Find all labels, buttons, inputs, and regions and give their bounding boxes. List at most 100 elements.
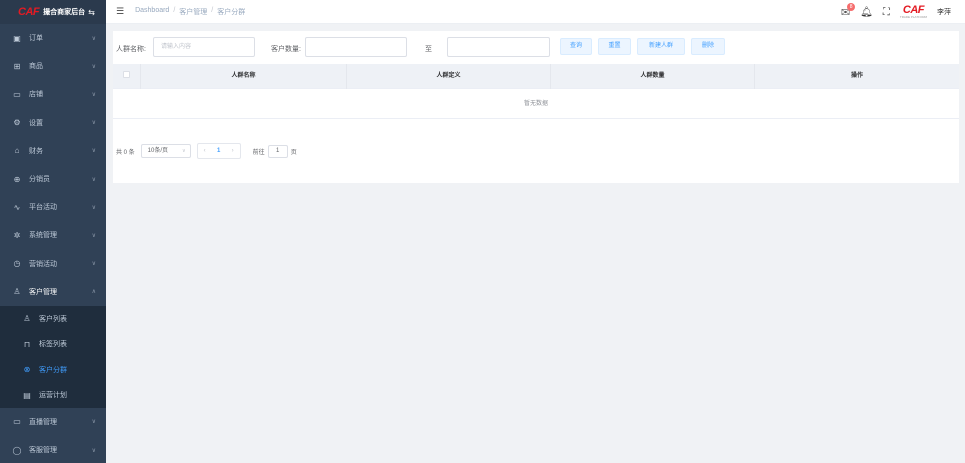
menu-item-goods[interactable]: ⊞ 商品 ∨ <box>0 52 106 80</box>
menu-item-live[interactable]: ▭ 直播管理 ∨ <box>0 408 106 436</box>
menu-label: 店铺 <box>29 91 43 99</box>
page-number-current[interactable]: 1 <box>212 144 226 158</box>
menu-item-customer[interactable]: ♙ 客户管理 ∧ <box>0 278 106 306</box>
order-icon: ▣ <box>13 33 21 43</box>
bell-icon[interactable]: 🔔︎ <box>860 7 873 18</box>
switch-arrows-icon[interactable]: ⇆ <box>88 8 95 17</box>
menu-item-marketing[interactable]: ◷ 营销活动 ∨ <box>0 250 106 278</box>
mail-icon[interactable]: ✉ 8 <box>841 2 856 19</box>
user-icon: ♙ <box>23 314 31 324</box>
main-content: 人群名称: 请输入内容 客户数量: 至 查询 重置 新建人群 删除 人群名称 人… <box>106 24 965 463</box>
select-all-cell <box>113 63 141 89</box>
brand-title: 撮合商家后台 <box>43 9 86 16</box>
menu-item-order[interactable]: ▣ 订单 ∨ <box>0 24 106 52</box>
group-name-input[interactable]: 请输入内容 <box>153 37 255 57</box>
username[interactable]: 李萍 <box>937 7 951 17</box>
customer-count-label: 客户数量: <box>271 46 301 53</box>
chevron-down-icon: ∨ <box>91 232 96 239</box>
menu-item-finance[interactable]: ⌂ 财务 ∨ <box>0 137 106 165</box>
menu-label: 系统管理 <box>29 232 57 240</box>
menu-label: 分销员 <box>29 176 50 184</box>
reset-button[interactable]: 重置 <box>598 38 631 55</box>
chevron-down-icon: ∨ <box>91 120 96 127</box>
hamburger-icon[interactable]: ☰ <box>116 6 124 17</box>
menu-item-service[interactable]: ◯ 客服管理 ∨ <box>0 436 106 463</box>
goods-icon: ⊞ <box>13 61 21 71</box>
select-all-checkbox[interactable] <box>123 71 130 79</box>
pagination: 共 0 条 10条/页 ∨ ‹ 1 › 前往 1 页 <box>113 142 297 160</box>
breadcrumb-item-customer[interactable]: 客户管理 <box>179 7 207 17</box>
avatar[interactable]: CAF TRADE PLATFORM <box>900 5 927 19</box>
menu-label: 平台活动 <box>29 204 57 212</box>
submenu-customer: ♙ 客户列表 ⊓ 标签列表 ⊗ 客户分群 ▤ 运营计划 <box>0 305 106 408</box>
prev-page-icon[interactable]: ‹ <box>198 144 212 158</box>
search-form: 人群名称: 请输入内容 客户数量: 至 查询 重置 新建人群 删除 <box>113 34 959 58</box>
service-icon: ◯ <box>12 445 22 455</box>
brand: CAF 撮合商家后台 ⇆ <box>0 0 106 24</box>
customer-icon: ♙ <box>13 287 21 297</box>
menu-item-activity[interactable]: ∿ 平台活动 ∨ <box>0 193 106 221</box>
menu-item-shop[interactable]: ▭ 店铺 ∨ <box>0 80 106 108</box>
chevron-up-icon: ∧ <box>91 289 96 296</box>
content-panel: 人群名称: 请输入内容 客户数量: 至 查询 重置 新建人群 删除 人群名称 人… <box>113 31 959 183</box>
finance-icon: ⌂ <box>14 146 20 156</box>
column-header-count: 人群数量 <box>551 63 755 89</box>
groups-table: 人群名称 人群定义 人群数量 操作 暂无数据 <box>113 63 959 119</box>
menu-item-settings[interactable]: ⚙ 设置 ∨ <box>0 109 106 137</box>
chevron-down-icon: ∨ <box>91 204 96 211</box>
menu-item-distributor[interactable]: ⊕ 分销员 ∨ <box>0 165 106 193</box>
breadcrumb-separator: / <box>173 6 176 14</box>
table-empty-text: 暂无数据 <box>113 89 959 119</box>
submenu-item-group[interactable]: ⊗ 客户分群 <box>0 357 106 383</box>
customer-count-min-input[interactable] <box>305 37 407 57</box>
menu-label: 设置 <box>29 119 43 127</box>
breadcrumb-item-dashboard[interactable]: Dashboard <box>135 7 169 17</box>
chevron-down-icon: ∨ <box>182 148 186 154</box>
menu-item-system[interactable]: ✲ 系统管理 ∨ <box>0 221 106 249</box>
mail-badge: 8 <box>847 2 856 11</box>
range-to-label: 至 <box>425 46 432 53</box>
chevron-down-icon: ∨ <box>91 176 96 183</box>
avatar-subtext: TRADE PLATFORM <box>899 15 927 19</box>
menu-label: 运营计划 <box>39 392 67 400</box>
create-group-button[interactable]: 新建人群 <box>637 38 685 55</box>
chevron-down-icon: ∨ <box>91 91 96 98</box>
column-header-name: 人群名称 <box>141 63 347 89</box>
menu-label: 标签列表 <box>39 341 67 349</box>
breadcrumb-separator: / <box>211 6 214 14</box>
chevron-down-icon: ∨ <box>91 261 96 268</box>
chevron-down-icon: ∨ <box>91 447 96 454</box>
chevron-down-icon: ∨ <box>91 419 96 426</box>
group-icon: ⊗ <box>23 365 31 375</box>
shop-icon: ▭ <box>13 89 21 99</box>
page-size-value: 10条/页 <box>147 148 169 154</box>
submenu-item-bookmark[interactable]: ⊓ 标签列表 <box>0 331 106 357</box>
customer-count-max-input[interactable] <box>447 37 550 57</box>
breadcrumb: Dashboard / 客户管理 / 客户分群 <box>135 7 245 17</box>
top-header: ☰ Dashboard / 客户管理 / 客户分群 ✉ 8 🔔︎ ⛶ CAF TRA… <box>106 0 965 24</box>
query-button[interactable]: 查询 <box>560 38 592 55</box>
goto-suffix: 页 <box>290 149 297 156</box>
menu-label: 财务 <box>29 147 43 155</box>
goto-page: 前往 1 页 <box>253 144 297 158</box>
table-header: 人群名称 人群定义 人群数量 操作 <box>113 63 959 89</box>
brand-logo: CAF <box>18 6 40 18</box>
column-header-definition: 人群定义 <box>347 63 551 89</box>
settings-icon: ⚙ <box>13 118 21 128</box>
delete-button[interactable]: 删除 <box>691 38 725 55</box>
menu-label: 营销活动 <box>29 260 57 268</box>
goto-page-input[interactable]: 1 <box>267 144 288 158</box>
pagination-total: 共 0 条 <box>116 149 135 156</box>
distributor-icon: ⊕ <box>13 174 21 184</box>
menu-label: 客户分群 <box>39 366 67 374</box>
page-size-select[interactable]: 10条/页 ∨ <box>140 144 191 158</box>
next-page-icon[interactable]: › <box>226 144 240 158</box>
menu-label: 直播管理 <box>29 418 57 426</box>
breadcrumb-item-current: 客户分群 <box>217 8 246 16</box>
submenu-item-user[interactable]: ♙ 客户列表 <box>0 306 106 332</box>
menu-label: 客户列表 <box>39 315 67 323</box>
fullscreen-icon[interactable]: ⛶ <box>883 7 890 18</box>
submenu-item-plan[interactable]: ▤ 运营计划 <box>0 382 106 408</box>
system-icon: ✲ <box>13 230 21 240</box>
menu-label: 商品 <box>29 63 43 71</box>
